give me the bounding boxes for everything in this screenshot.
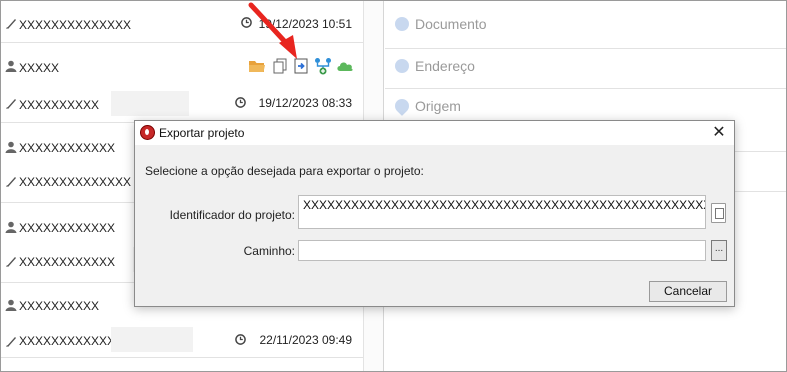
app-window: XXXXXXXXXXXXXX 19/12/2023 10:51 XXXXX XX… [0,0,787,372]
pen-icon [6,257,16,267]
user-icon [5,60,17,72]
close-icon[interactable]: ✕ [710,124,728,142]
row-divider [1,357,363,358]
copy-document-icon[interactable] [711,203,726,223]
clock-icon [235,334,246,345]
pen-icon [6,177,16,187]
user-icon [5,221,17,233]
project-id-label: Identificador do projeto: [169,208,295,222]
dialog-titlebar[interactable]: Exportar projeto ✕ [135,121,734,145]
list-item-text: XXXXXXXXXXXXXX [19,175,132,189]
list-item-time: 22/11/2023 09:49 [259,333,352,347]
pen-icon [6,99,16,109]
details-item-origem[interactable]: Origem [385,83,786,123]
details-item-label: Origem [415,98,461,114]
details-item-documento[interactable]: Documento [385,1,786,41]
list-item-text: XXXXXXXXXXXX [19,141,116,155]
cancel-button[interactable]: Cancelar [649,281,727,302]
red-arrow-annotation [248,2,297,59]
list-item[interactable]: XXXXXXXXXX 19/12/2023 08:33 [1,83,363,123]
clock-icon [235,97,246,108]
share-project-icon[interactable] [314,57,332,75]
user-icon [5,141,17,153]
plus-circle-icon [395,59,409,73]
project-id-field[interactable]: XXXXXXXXXXXXXXXXXXXXXXXXXXXXXXXXXXXXXXXX… [298,195,706,229]
list-item-text: XXXXX [19,61,60,75]
cloud-icon[interactable] [336,57,354,75]
details-item-endereco[interactable]: Endereço [385,43,786,83]
list-item-time: 19/12/2023 08:33 [258,96,352,110]
path-label: Caminho: [243,244,295,258]
redacted-area [111,327,193,352]
details-item-label: Endereço [415,58,475,74]
list-item-text: XXXXXXXXXXXX [19,334,116,348]
dialog-title: Exportar projeto [159,126,245,140]
browse-button[interactable]: ... [711,240,727,261]
path-field[interactable] [298,240,706,261]
dialog-instruction: Selecione a opção desejada para exportar… [145,164,424,178]
list-item-text: XXXXXXXXXX [19,299,100,313]
list-item-text: XXXXXXXXXXXX [19,255,116,269]
plus-circle-icon [395,17,409,31]
list-item-text: XXXXXXXXXX [19,98,100,112]
pen-icon [6,19,16,29]
pen-icon [6,337,16,347]
user-icon [5,299,17,311]
details-item-label: Documento [415,16,487,32]
map-pin-icon [392,96,412,116]
list-item-text: XXXXXXXXXXXXXX [19,18,132,32]
list-item-text: XXXXXXXXXXXX [19,221,116,235]
export-project-dialog: Exportar projeto ✕ Selecione a opção des… [134,120,735,307]
list-item[interactable]: XXXXXXXXXXXX 22/11/2023 09:49 [1,321,363,361]
redacted-area [111,91,189,116]
app-logo-icon [140,125,155,140]
